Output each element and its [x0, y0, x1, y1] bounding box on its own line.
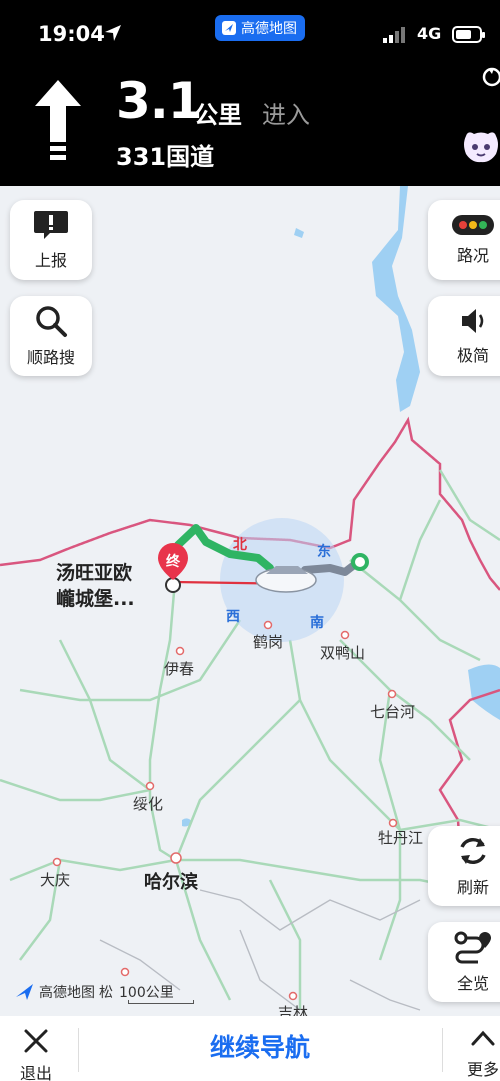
speaker-icon — [462, 309, 484, 333]
search-along-button[interactable]: 顺路搜 — [10, 296, 92, 376]
overview-button[interactable]: 全览 — [428, 922, 500, 1002]
city-dots — [52, 620, 398, 1001]
scale-brand: 高德地图 — [39, 985, 95, 1001]
chevron-up-icon — [471, 1030, 495, 1046]
map-scale: 高德地图 松 100公里 — [15, 982, 174, 1002]
exit-button[interactable]: 退出 — [14, 1028, 58, 1081]
scale-bar — [128, 1000, 194, 1004]
report-icon — [34, 211, 68, 239]
search-icon — [36, 306, 67, 337]
traffic-light-icon — [452, 215, 494, 235]
simple-mode-button[interactable]: 极简 — [428, 296, 500, 376]
amap-logo-icon — [16, 984, 33, 1000]
bottom-bar: 退出 继续导航 更多 — [0, 1016, 500, 1081]
report-label: 上报 — [34, 251, 67, 270]
more-label: 更多 — [466, 1060, 499, 1079]
refresh-button[interactable]: 刷新 — [428, 826, 500, 906]
divider — [442, 1028, 443, 1072]
divider — [78, 1028, 79, 1072]
search-along-label: 顺路搜 — [26, 348, 75, 367]
traffic-label: 路况 — [456, 246, 489, 265]
report-button[interactable]: 上报 — [10, 200, 92, 280]
simple-mode-label: 极简 — [456, 346, 489, 365]
scale-value: 100公里 — [119, 985, 174, 1001]
overview-label: 全览 — [456, 974, 489, 993]
continue-navigation-button[interactable]: 继续导航 — [100, 1026, 420, 1070]
traffic-button[interactable]: 路况 — [428, 200, 500, 280]
exit-label: 退出 — [19, 1064, 52, 1081]
route-overview-icon — [454, 931, 491, 964]
refresh-icon — [460, 837, 486, 865]
more-button[interactable]: 更多 — [458, 1028, 500, 1080]
close-icon — [24, 1029, 48, 1053]
refresh-label: 刷新 — [456, 878, 489, 897]
scale-brand-partial: 松 — [99, 985, 113, 1001]
